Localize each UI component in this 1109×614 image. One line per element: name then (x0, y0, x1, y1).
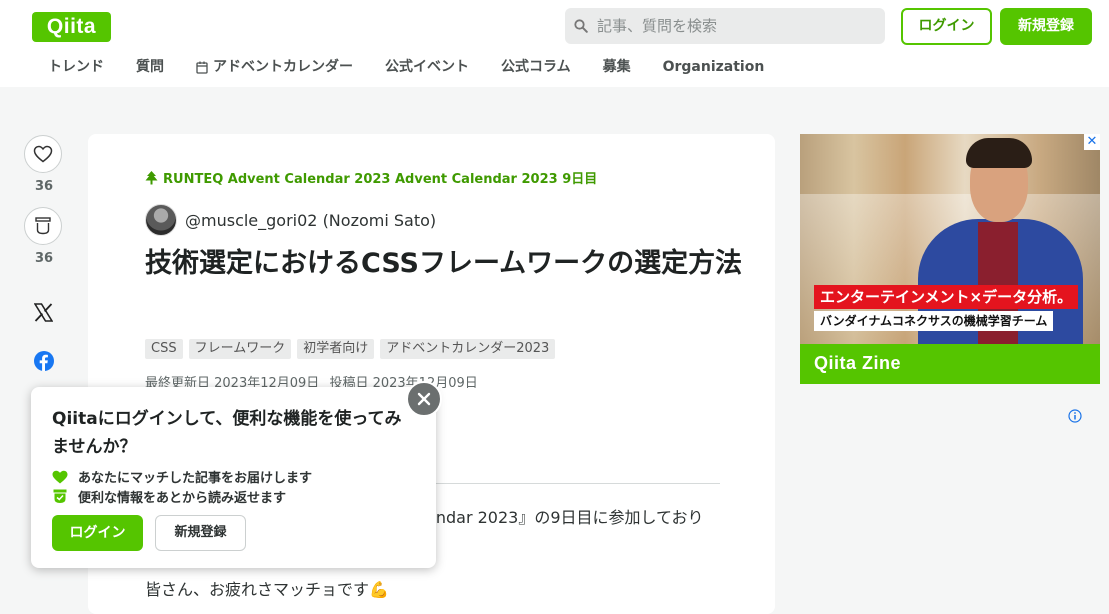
calendar-icon (196, 61, 208, 74)
tree-icon (145, 170, 158, 184)
article-greeting: 皆さん、お疲れさマッチョです💪 (145, 580, 389, 599)
x-logo-icon (33, 303, 54, 322)
stock-folder-icon (53, 489, 67, 503)
ad-footer: Qiita Zine (800, 344, 1100, 384)
popup-title: Qiitaにログインして、便利な機能を使ってみませんか？ (52, 409, 402, 457)
main-nav: トレンド 質問 アドベントカレンダー 公式イベント 公式コラム 募集 Organ… (32, 56, 780, 78)
close-icon (417, 392, 431, 406)
author-link[interactable]: @muscle_gori02 (Nozomi Sato) (145, 204, 436, 236)
popup-close-button[interactable] (406, 381, 442, 417)
site-header: Qiita ログイン 新規登録 トレンド 質問 アドベントカレンダー 公式イベン… (0, 0, 1109, 87)
stock-button[interactable] (24, 207, 62, 245)
author-avatar[interactable] (145, 204, 177, 236)
popup-login-button[interactable]: ログイン (52, 515, 143, 551)
ad-person-hair (966, 138, 1032, 168)
tag-framework[interactable]: フレームワーク (188, 339, 292, 359)
popup-benefit-read-later: 便利な情報をあとから読み返せます (52, 487, 286, 506)
search-icon (574, 19, 588, 33)
heart-icon (33, 145, 53, 163)
like-count: 36 (34, 179, 54, 194)
like-button[interactable] (24, 135, 62, 173)
author-name[interactable]: @muscle_gori02 (Nozomi Sato) (185, 211, 436, 230)
social-actions: 36 36 (24, 135, 64, 371)
article-body-text: endar 2023』の9日目に参加しており (426, 508, 704, 527)
nav-organization[interactable]: Organization (647, 56, 781, 78)
search-input[interactable] (597, 8, 877, 44)
nav-questions[interactable]: 質問 (120, 56, 180, 78)
advent-calendar-label: RUNTEQ Advent Calendar 2023 Advent Calen… (163, 172, 598, 187)
facebook-icon (34, 351, 54, 371)
search-box[interactable] (565, 8, 885, 44)
ad-headline: エンターテインメント×データ分析。 (814, 285, 1079, 309)
tag-css[interactable]: CSS (145, 339, 183, 359)
tag-advent-calendar-2023[interactable]: アドベントカレンダー2023 (380, 339, 556, 359)
qiita-logo[interactable]: Qiita (32, 12, 111, 42)
login-button[interactable]: ログイン (901, 8, 992, 45)
heart-icon (52, 470, 68, 483)
popup-benefit-matched-articles: あなたにマッチした記事をお届けします (52, 467, 312, 486)
article-title: 技術選定におけるCSSフレームワークの選定方法 (145, 248, 743, 279)
nav-advent-calendar[interactable]: アドベントカレンダー (180, 56, 369, 78)
login-prompt-popup: Qiitaにログインして、便利な機能を使ってみませんか？ あなたにマッチした記事… (31, 387, 436, 568)
advent-calendar-link[interactable]: RUNTEQ Advent Calendar 2023 Advent Calen… (145, 168, 597, 187)
ad-subline: バンダイナムコネクサスの機械学習チーム (814, 311, 1054, 331)
nav-recruiting[interactable]: 募集 (587, 56, 647, 78)
ad-close-icon[interactable]: ✕ (1084, 134, 1100, 150)
stock-count: 36 (34, 251, 54, 266)
stock-folder-icon (35, 217, 51, 235)
nav-trend[interactable]: トレンド (32, 56, 120, 78)
qiita-zine-ad[interactable]: エンターテインメント×データ分析。 バンダイナムコネクサスの機械学習チーム Qi… (800, 134, 1100, 384)
nav-advent-calendar-label: アドベントカレンダー (213, 59, 353, 75)
nav-official-events[interactable]: 公式イベント (369, 56, 485, 78)
popup-benefit-2-label: 便利な情報をあとから読み返せます (78, 491, 287, 506)
tag-list: CSS フレームワーク 初学者向け アドベントカレンダー2023 (145, 339, 561, 359)
signup-button[interactable]: 新規登録 (1000, 8, 1092, 45)
share-facebook-button[interactable] (34, 351, 54, 375)
popup-benefit-1-label: あなたにマッチした記事をお届けします (78, 471, 313, 486)
qiita-zine-logo: Qiita Zine (814, 353, 902, 373)
tag-beginner[interactable]: 初学者向け (297, 339, 375, 359)
popup-signup-button[interactable]: 新規登録 (155, 515, 246, 551)
ad-info-icon[interactable] (1068, 409, 1082, 423)
nav-official-columns[interactable]: 公式コラム (485, 56, 587, 78)
share-x-button[interactable] (33, 303, 54, 326)
